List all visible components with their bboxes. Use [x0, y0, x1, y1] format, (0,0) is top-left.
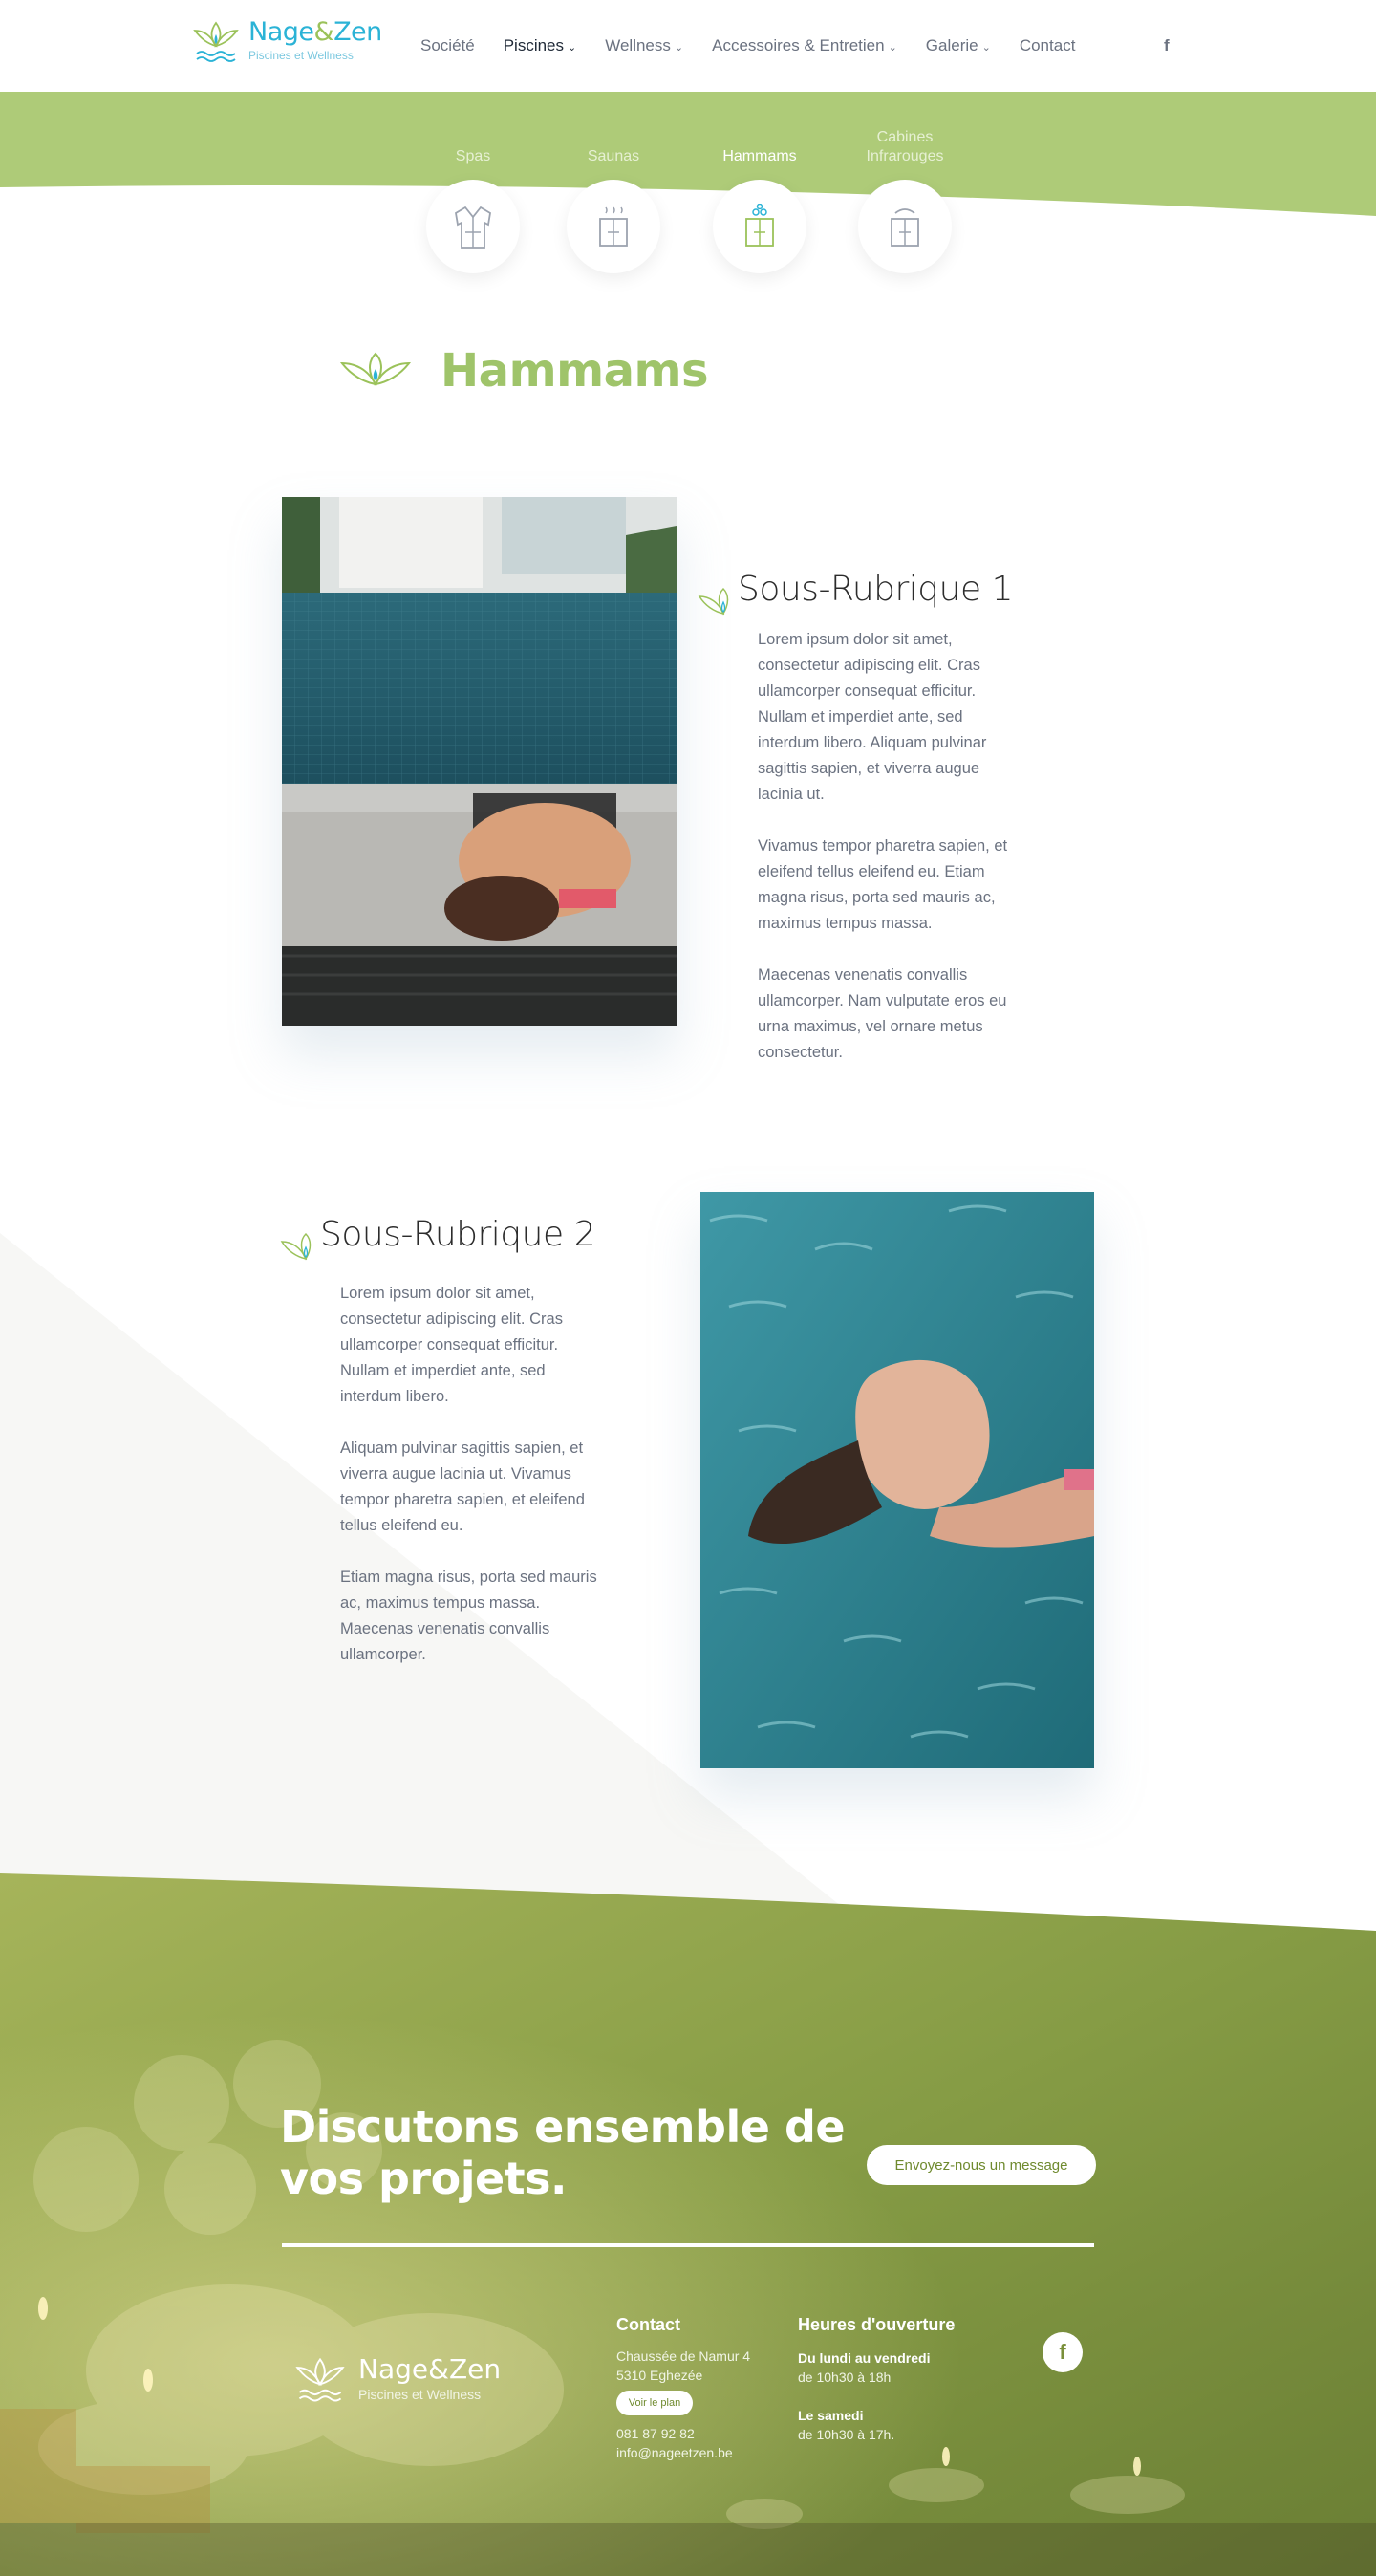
contact-heading: Contact [616, 2315, 680, 2334]
section-1-title: Sous-Rubrique 1 [738, 570, 1013, 609]
chevron-down-icon: ⌄ [981, 42, 991, 54]
sauna-icon [599, 206, 628, 247]
view-map-button[interactable]: Voir le plan [616, 2391, 693, 2415]
site-footer [0, 1873, 1376, 2576]
lotus-icon [339, 352, 412, 386]
woman-floating-image [700, 1192, 1094, 1768]
category-label: Saunas [587, 148, 640, 164]
footer-background [0, 1873, 1376, 2576]
facebook-icon[interactable]: f [1043, 2332, 1083, 2372]
hours-heading: Heures d'ouverture [798, 2315, 956, 2334]
site-header: Nage&Zen Piscines et Wellness Société Pi… [0, 0, 1376, 92]
chevron-down-icon: ⌄ [674, 42, 684, 54]
saturday-hours: de 10h30 à 17h. [798, 2427, 895, 2442]
cta-title: Discutons ensemble de vos projets. [280, 2101, 846, 2204]
category-tab-saunas[interactable]: Saunas [561, 124, 666, 273]
nav-item-societe[interactable]: Société [420, 36, 475, 55]
nav-item-wellness[interactable]: Wellness ⌄ [605, 36, 683, 55]
nav-item-accessoires[interactable]: Accessoires & Entretien ⌄ [712, 36, 897, 55]
nav-item-galerie[interactable]: Galerie ⌄ [926, 36, 991, 55]
weekday-label: Du lundi au vendredi [798, 2350, 931, 2366]
page-heading: Hammams [339, 344, 709, 398]
main-nav: Société Piscines ⌄ Wellness ⌄ Accessoires … [420, 36, 1104, 55]
phone-link[interactable]: 081 87 92 82 [616, 2424, 695, 2443]
section-1-body: Lorem ipsum dolor sit amet, consectetur … [758, 631, 1008, 1061]
nav-item-piscines[interactable]: Piscines ⌄ [504, 36, 577, 55]
footer-divider [282, 2243, 1094, 2247]
pool-lounger-image [282, 497, 677, 1026]
background-shape [0, 1233, 860, 1921]
section-1-photo [282, 497, 677, 1026]
section-2-photo [700, 1192, 1094, 1768]
email-link[interactable]: info@nageetzen.be [616, 2443, 733, 2462]
brand-tagline: Piscines et Wellness [248, 49, 354, 62]
category-label: Hammams [722, 148, 797, 164]
hammam-icon [745, 204, 774, 247]
chevron-down-icon: ⌄ [888, 42, 897, 54]
infrared-cabin-icon [891, 208, 919, 247]
footer-logo[interactable]: Nage&Zen Piscines et Wellness [291, 2353, 501, 2407]
facebook-icon[interactable]: f [1164, 36, 1170, 55]
lotus-logo-icon [193, 21, 239, 62]
weekday-hours: de 10h30 à 18h [798, 2370, 892, 2385]
brand-name: Nage&Zen [248, 17, 382, 47]
category-tab-cabines-infrarouges[interactable]: Cabines Infrarouges [852, 124, 957, 273]
section-2-title: Sous-Rubrique 2 [320, 1215, 595, 1254]
address-line-1: Chaussée de Namur 4 [616, 2349, 751, 2364]
category-tab-hammams[interactable]: Hammams [707, 124, 812, 273]
category-tab-spas[interactable]: Spas [420, 124, 526, 273]
category-label: Spas [455, 148, 491, 164]
saturday-label: Le samedi [798, 2408, 864, 2423]
bathrobe-icon [455, 206, 491, 249]
footer-brand-name: Nage&Zen [358, 2353, 502, 2385]
category-label: Cabines Infrarouges [866, 129, 944, 164]
send-message-button[interactable]: Envoyez-nous un message [867, 2145, 1096, 2185]
page-title: Hammams [441, 344, 709, 398]
brand-logo[interactable]: Nage&Zen Piscines et Wellness [191, 17, 382, 67]
chevron-down-icon: ⌄ [568, 42, 577, 54]
footer-brand-tagline: Piscines et Wellness [358, 2387, 482, 2402]
nav-item-contact[interactable]: Contact [1020, 36, 1076, 55]
lotus-logo-icon [295, 2357, 345, 2402]
category-tabs: Spas Saunas Hammams Cabines Infrarouges [0, 124, 1376, 277]
address-line-2: 5310 Eghezée [616, 2368, 703, 2383]
section-2-body: Lorem ipsum dolor sit amet, consectetur … [340, 1285, 597, 1663]
